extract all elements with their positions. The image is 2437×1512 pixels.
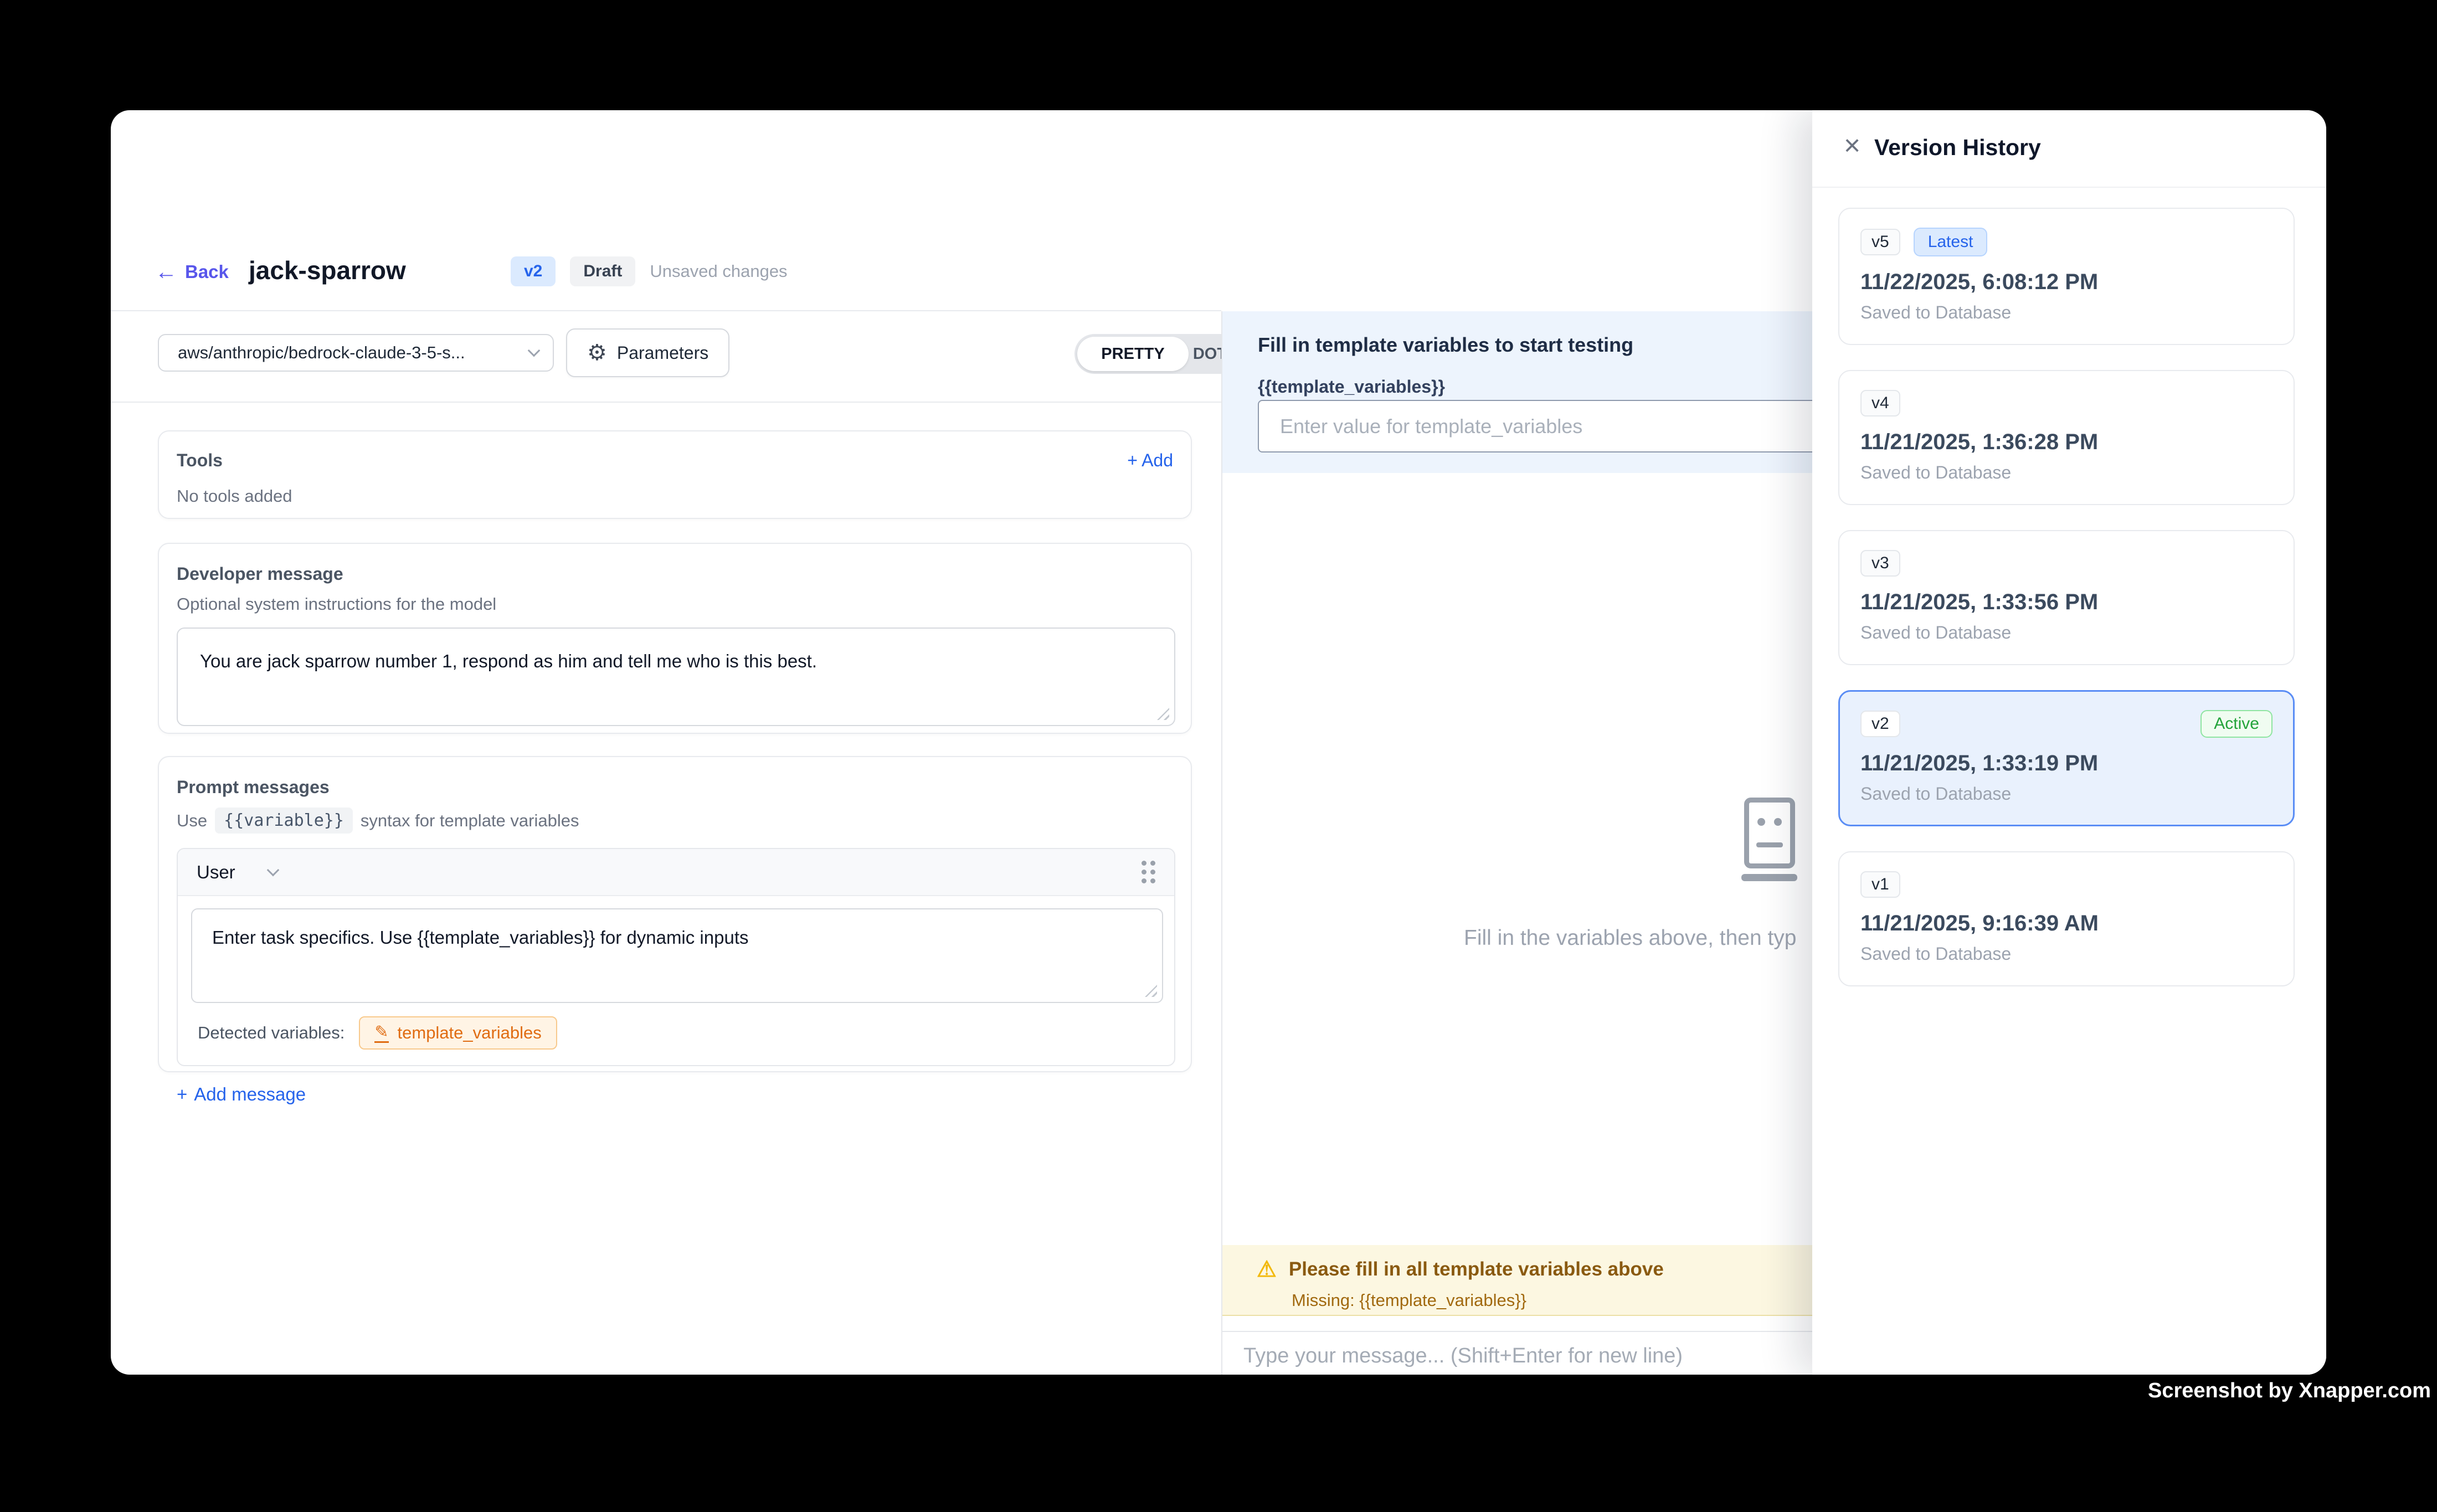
variable-syntax-chip: {{variable}} xyxy=(215,808,353,834)
version-history-header: × Version History xyxy=(1812,110,2326,187)
syntax-prefix: Use xyxy=(177,811,207,831)
model-selector[interactable]: aws/anthropic/bedrock-claude-3-5-s... xyxy=(158,334,554,372)
developer-message-title: Developer message xyxy=(177,564,1173,584)
role-selector[interactable]: User xyxy=(197,862,277,883)
syntax-hint: Use {{variable}} syntax for template var… xyxy=(177,808,1173,834)
version-card-v3[interactable]: v3 11/21/2025, 1:33:56 PM Saved to Databas… xyxy=(1838,530,2295,665)
screenshot-stage: ← Back jack-sparrow v2 Draft Unsaved cha… xyxy=(0,0,2437,1512)
version-number-badge: v1 xyxy=(1860,871,1900,898)
prompt-messages-title: Prompt messages xyxy=(177,777,1173,798)
version-card-v2[interactable]: v2 Active 11/21/2025, 1:33:19 PM Saved to D… xyxy=(1838,690,2295,826)
watermark-text: Screenshot by Xnapper.com xyxy=(2148,1379,2431,1403)
version-saved-text: Saved to Database xyxy=(1860,784,2273,804)
header-badges: v2 Draft Unsaved changes xyxy=(511,256,788,286)
prompt-message-value: Enter task specifics. Use {{template_var… xyxy=(212,927,749,948)
developer-message-value: You are jack sparrow number 1, respond a… xyxy=(200,651,817,671)
version-number-badge: v3 xyxy=(1860,550,1900,577)
detected-variables-row: Detected variables: ✎ template_variables xyxy=(198,1016,1154,1050)
back-button[interactable]: ← Back xyxy=(155,258,229,286)
add-tool-button[interactable]: + Add xyxy=(1127,450,1173,471)
version-saved-text: Saved to Database xyxy=(1860,462,2273,483)
version-timestamp: 11/21/2025, 1:33:56 PM xyxy=(1860,590,2273,615)
version-badge: v2 xyxy=(511,256,556,286)
prompt-messages-card: Prompt messages Use {{variable}} syntax … xyxy=(158,756,1192,1072)
page-header: ← Back jack-sparrow v2 Draft Unsaved cha… xyxy=(111,110,1221,311)
version-history-title: Version History xyxy=(1874,135,2041,161)
parameters-button[interactable]: ⚙ Parameters xyxy=(566,328,729,377)
version-timestamp: 11/21/2025, 1:33:19 PM xyxy=(1860,751,2273,776)
version-timestamp: 11/21/2025, 1:36:28 PM xyxy=(1860,430,2273,455)
version-saved-text: Saved to Database xyxy=(1860,302,2273,323)
developer-message-card: Developer message Optional system instru… xyxy=(158,543,1192,734)
resize-grip-icon[interactable] xyxy=(1157,708,1169,720)
role-selector-value: User xyxy=(197,862,235,883)
toggle-option-pretty[interactable]: PRETTY xyxy=(1077,337,1189,371)
parameters-label: Parameters xyxy=(617,343,708,363)
draft-status-badge: Draft xyxy=(570,256,635,286)
warning-missing-text: Missing: {{template_variables}} xyxy=(1292,1290,1526,1310)
app-window: ← Back jack-sparrow v2 Draft Unsaved cha… xyxy=(111,110,2326,1375)
prompt-message-block: User Enter task specifics. Use {{templat… xyxy=(177,848,1175,1066)
detected-variables-label: Detected variables: xyxy=(198,1023,345,1043)
gear-icon: ⚙ xyxy=(587,342,607,364)
version-history-divider xyxy=(1812,187,2326,188)
add-message-button[interactable]: + Add message xyxy=(177,1084,1173,1105)
version-saved-text: Saved to Database xyxy=(1860,944,2273,964)
version-list: v5 Latest 11/22/2025, 6:08:12 PM Saved to D… xyxy=(1838,208,2295,986)
toolbar-divider xyxy=(111,402,1221,403)
syntax-suffix: syntax for template variables xyxy=(361,811,579,831)
tools-card: Tools + Add No tools added xyxy=(158,430,1192,519)
chevron-down-icon xyxy=(528,344,541,357)
version-timestamp: 11/22/2025, 6:08:12 PM xyxy=(1860,270,2273,295)
template-variable-name: template_variables xyxy=(398,1023,542,1043)
variables-panel-title: Fill in template variables to start test… xyxy=(1258,333,1633,357)
prompt-message-textarea[interactable]: Enter task specifics. Use {{template_var… xyxy=(191,908,1163,1003)
active-badge: Active xyxy=(2201,710,2273,738)
variable-name-label: {{template_variables}} xyxy=(1258,377,1445,397)
template-variable-chip[interactable]: ✎ template_variables xyxy=(359,1016,557,1050)
latest-badge: Latest xyxy=(1914,228,1988,256)
version-history-panel: × Version History v5 Latest 11/22/2025, 6:… xyxy=(1812,110,2326,1375)
unsaved-changes-text: Unsaved changes xyxy=(650,261,787,281)
robot-icon xyxy=(1741,798,1802,881)
add-message-label: Add message xyxy=(194,1084,306,1105)
tools-empty-text: No tools added xyxy=(177,486,1173,506)
back-arrow-icon: ← xyxy=(155,261,177,283)
chat-empty-hint: Fill in the variables above, then typ xyxy=(1464,926,1797,950)
drag-handle-icon[interactable] xyxy=(1142,861,1155,883)
version-card-v1[interactable]: v1 11/21/2025, 9:16:39 AM Saved to Databas… xyxy=(1838,851,2295,986)
back-label: Back xyxy=(185,261,229,282)
page-title: jack-sparrow xyxy=(249,255,406,285)
version-timestamp: 11/21/2025, 9:16:39 AM xyxy=(1860,911,2273,936)
warning-title-text: Please fill in all template variables ab… xyxy=(1289,1258,1664,1280)
warning-icon: ⚠ xyxy=(1257,1258,1277,1280)
version-saved-text: Saved to Database xyxy=(1860,623,2273,643)
tools-title: Tools xyxy=(177,450,223,471)
developer-message-subtitle: Optional system instructions for the mod… xyxy=(177,594,1173,614)
model-selector-value: aws/anthropic/bedrock-claude-3-5-s... xyxy=(178,343,465,363)
resize-grip-icon[interactable] xyxy=(1145,985,1157,997)
chevron-down-icon xyxy=(266,863,279,876)
version-card-v5[interactable]: v5 Latest 11/22/2025, 6:08:12 PM Saved to D… xyxy=(1838,208,2295,345)
close-icon[interactable]: × xyxy=(1836,129,1869,162)
plus-icon: + xyxy=(177,1084,187,1105)
version-number-badge: v2 xyxy=(1860,711,1900,737)
pencil-icon: ✎ xyxy=(374,1023,388,1043)
version-number-badge: v4 xyxy=(1860,390,1900,416)
message-role-header: User xyxy=(178,849,1174,896)
version-number-badge: v5 xyxy=(1860,229,1900,255)
developer-message-textarea[interactable]: You are jack sparrow number 1, respond a… xyxy=(177,628,1175,726)
version-card-v4[interactable]: v4 11/21/2025, 1:36:28 PM Saved to Databas… xyxy=(1838,370,2295,505)
